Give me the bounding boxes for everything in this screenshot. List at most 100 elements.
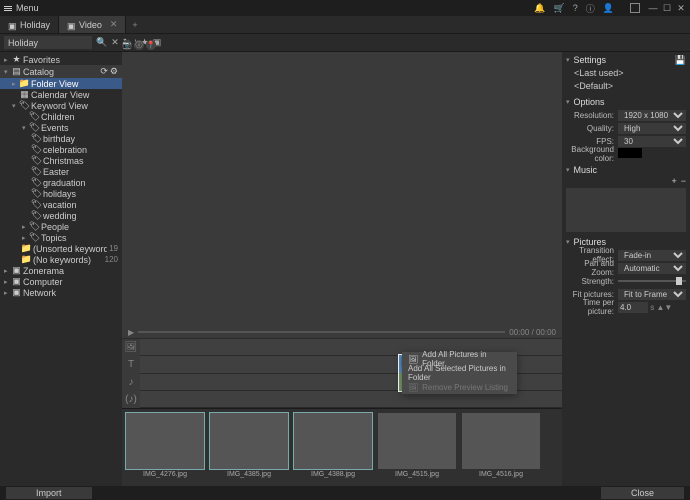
preset-default[interactable]: <Default> [566,81,613,91]
filename: IMG_4388.jpg [311,471,355,478]
tree-nokey[interactable]: 📁(No keywords)120 [0,254,122,265]
thumbnail[interactable]: IMG_4516.jpg [462,413,540,478]
thumbnail[interactable]: IMG_4515.jpg [378,413,456,478]
music-header[interactable]: ▾Music [566,164,686,176]
tree-event-item[interactable]: 🏷vacation [0,199,122,210]
tag-icon: 🏷 [32,156,41,165]
tree-network[interactable]: ▸▣Network [0,287,122,298]
titlebar: Menu 🔔 🛒 ? ⓘ 👤 — ☐ ✕ [0,0,690,16]
play-button[interactable]: ▶ [128,328,134,337]
tab-close-button[interactable]: ✕ [110,19,118,30]
preset-last[interactable]: <Last used> [566,68,624,78]
gear-icon[interactable]: ⚙ [110,66,118,77]
thumbnail-image [462,413,540,469]
tree-topics[interactable]: ▸🏷Topics [0,232,122,243]
time-input[interactable] [618,302,648,313]
tree-zonerama[interactable]: ▸▣Zonerama [0,265,122,276]
catalog-icon: ▤ [12,67,21,76]
tree-event-item[interactable]: 🏷birthday [0,133,122,144]
save-icon[interactable]: 💾 [675,55,686,66]
tabbar: ▣ Holiday ▣ Video ✕ + [0,16,690,34]
minimize-button[interactable]: — [648,3,658,14]
tree-children[interactable]: 🏷Children [0,111,122,122]
settings-header[interactable]: ▾Settings💾 [566,54,686,66]
thumbnail-image [378,413,456,469]
tree-event-item[interactable]: 🏷Christmas [0,155,122,166]
tree-catalog[interactable]: ▾▤Catalog⟳⚙ [0,65,122,78]
transition-select[interactable]: Fade-in [618,250,686,261]
tree-computer[interactable]: ▸▣Computer [0,276,122,287]
bgcolor-swatch[interactable] [618,148,642,158]
sidebar: ▸★Favorites ▾▤Catalog⟳⚙ ▸📁Folder View ▦C… [0,52,122,486]
strength-label: Strength: [566,277,618,286]
tree-event-item[interactable]: 🏷Easter [0,166,122,177]
avatar-icon[interactable]: 👤 [603,3,614,14]
tree-folder-view[interactable]: ▸📁Folder View [0,78,122,89]
resolution-select[interactable]: 1920 x 1080 [618,110,686,121]
maximize-button[interactable]: ☐ [662,3,672,14]
cart-icon[interactable]: 🛒 [554,3,565,14]
track-image-icon: 🖼 [125,342,138,353]
add-music-button[interactable]: + [671,176,676,186]
network-icon: ▣ [12,288,21,297]
info-icon[interactable]: ⓘ [586,2,595,15]
tab-label: Video [79,20,102,30]
search-input[interactable] [4,36,92,49]
tag-icon: 🏷 [32,134,41,143]
tag-icon: 🏷 [30,123,39,132]
new-tab-button[interactable]: + [126,16,143,33]
filename: IMG_4385.jpg [227,471,271,478]
tree-event-item[interactable]: 🏷celebration [0,144,122,155]
star-icon: ★ [12,55,21,64]
tree-unsorted[interactable]: 📁(Unsorted keywords)19 [0,243,122,254]
close-button[interactable]: Close [601,487,684,499]
tag-icon: 🏷 [32,200,41,209]
clear-icon[interactable]: ✕ [111,37,119,48]
remove-music-button[interactable]: − [681,176,686,186]
tag-icon: 🏷 [32,145,41,154]
tree-keyword-view[interactable]: ▾🏷Keyword View [0,100,122,111]
tree-events[interactable]: ▾🏷Events [0,122,122,133]
tab-video[interactable]: ▣ Video ✕ [59,16,126,33]
tree-event-item[interactable]: 🏷holidays [0,188,122,199]
fullscreen-icon[interactable] [630,3,640,13]
thumbnail[interactable]: 📷ⓘ📍 IMG_4276.jpg [126,413,204,478]
menu-remove-preview[interactable]: 🖼Remove Preview Listing [402,380,517,394]
tree-calendar-view[interactable]: ▦Calendar View [0,89,122,100]
thumbnail[interactable]: 📷ⓘ📍 IMG_4385.jpg [210,413,288,478]
tag-icon: 🏷 [32,167,41,176]
options-header[interactable]: ▾Options [566,96,686,108]
import-button[interactable]: Import [6,487,92,499]
menu-label[interactable]: Menu [16,3,39,13]
fit-select[interactable]: Fit to Frame [618,289,686,300]
folder-icon: 📁 [20,79,29,88]
music-list[interactable] [566,188,686,232]
tab-label: Holiday [20,20,50,30]
search-icon[interactable]: 🔍 [96,37,107,48]
tag-icon: 🏷 [30,222,39,231]
filmstrip: 📷ⓘ📍 IMG_4276.jpg 📷ⓘ📍 IMG_4385.jpg 📷ⓘ📍 IM… [122,408,562,486]
pan-select[interactable]: Automatic [618,263,686,274]
tab-holiday[interactable]: ▣ Holiday [0,16,59,33]
tree-event-item[interactable]: 🏷wedding [0,210,122,221]
fps-select[interactable]: 30 [618,136,686,147]
info-icon: ⓘ [134,40,144,50]
quality-select[interactable]: High [618,123,686,134]
close-window-button[interactable]: ✕ [676,3,686,14]
tag-icon: 🏷 [32,211,41,220]
image-icon: 🖼 [408,355,418,364]
tag-icon: 🏷 [20,101,29,110]
seek-bar[interactable] [138,331,505,333]
menu-button[interactable] [4,6,12,11]
tree-event-item[interactable]: 🏷graduation [0,177,122,188]
thumbnail-image [210,413,288,469]
tree-favorites[interactable]: ▸★Favorites [0,54,122,65]
help-icon[interactable]: ? [573,3,578,13]
strength-slider[interactable] [618,280,686,282]
tree-people[interactable]: ▸🏷People [0,221,122,232]
refresh-icon[interactable]: ⟳ [100,66,108,77]
bell-icon[interactable]: 🔔 [534,3,545,14]
thumbnail[interactable]: 📷ⓘ📍 IMG_4388.jpg [294,413,372,478]
menu-add-selected[interactable]: Add All Selected Pictures in Folder [402,366,517,380]
folder-icon: 📁 [22,244,31,253]
